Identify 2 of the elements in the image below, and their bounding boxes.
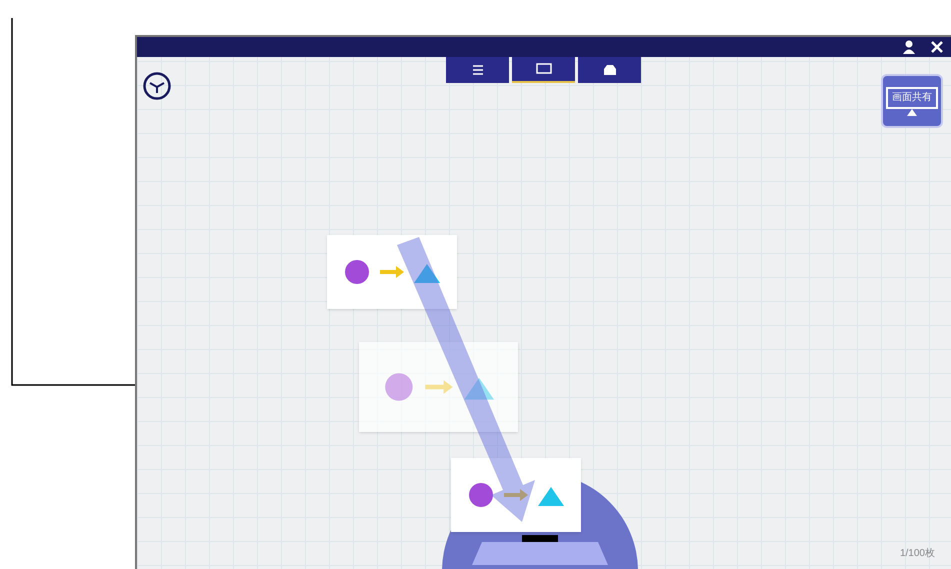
screen-share-button[interactable]: 画面共有	[881, 74, 943, 128]
page-counter: 1/100枚	[900, 546, 935, 561]
